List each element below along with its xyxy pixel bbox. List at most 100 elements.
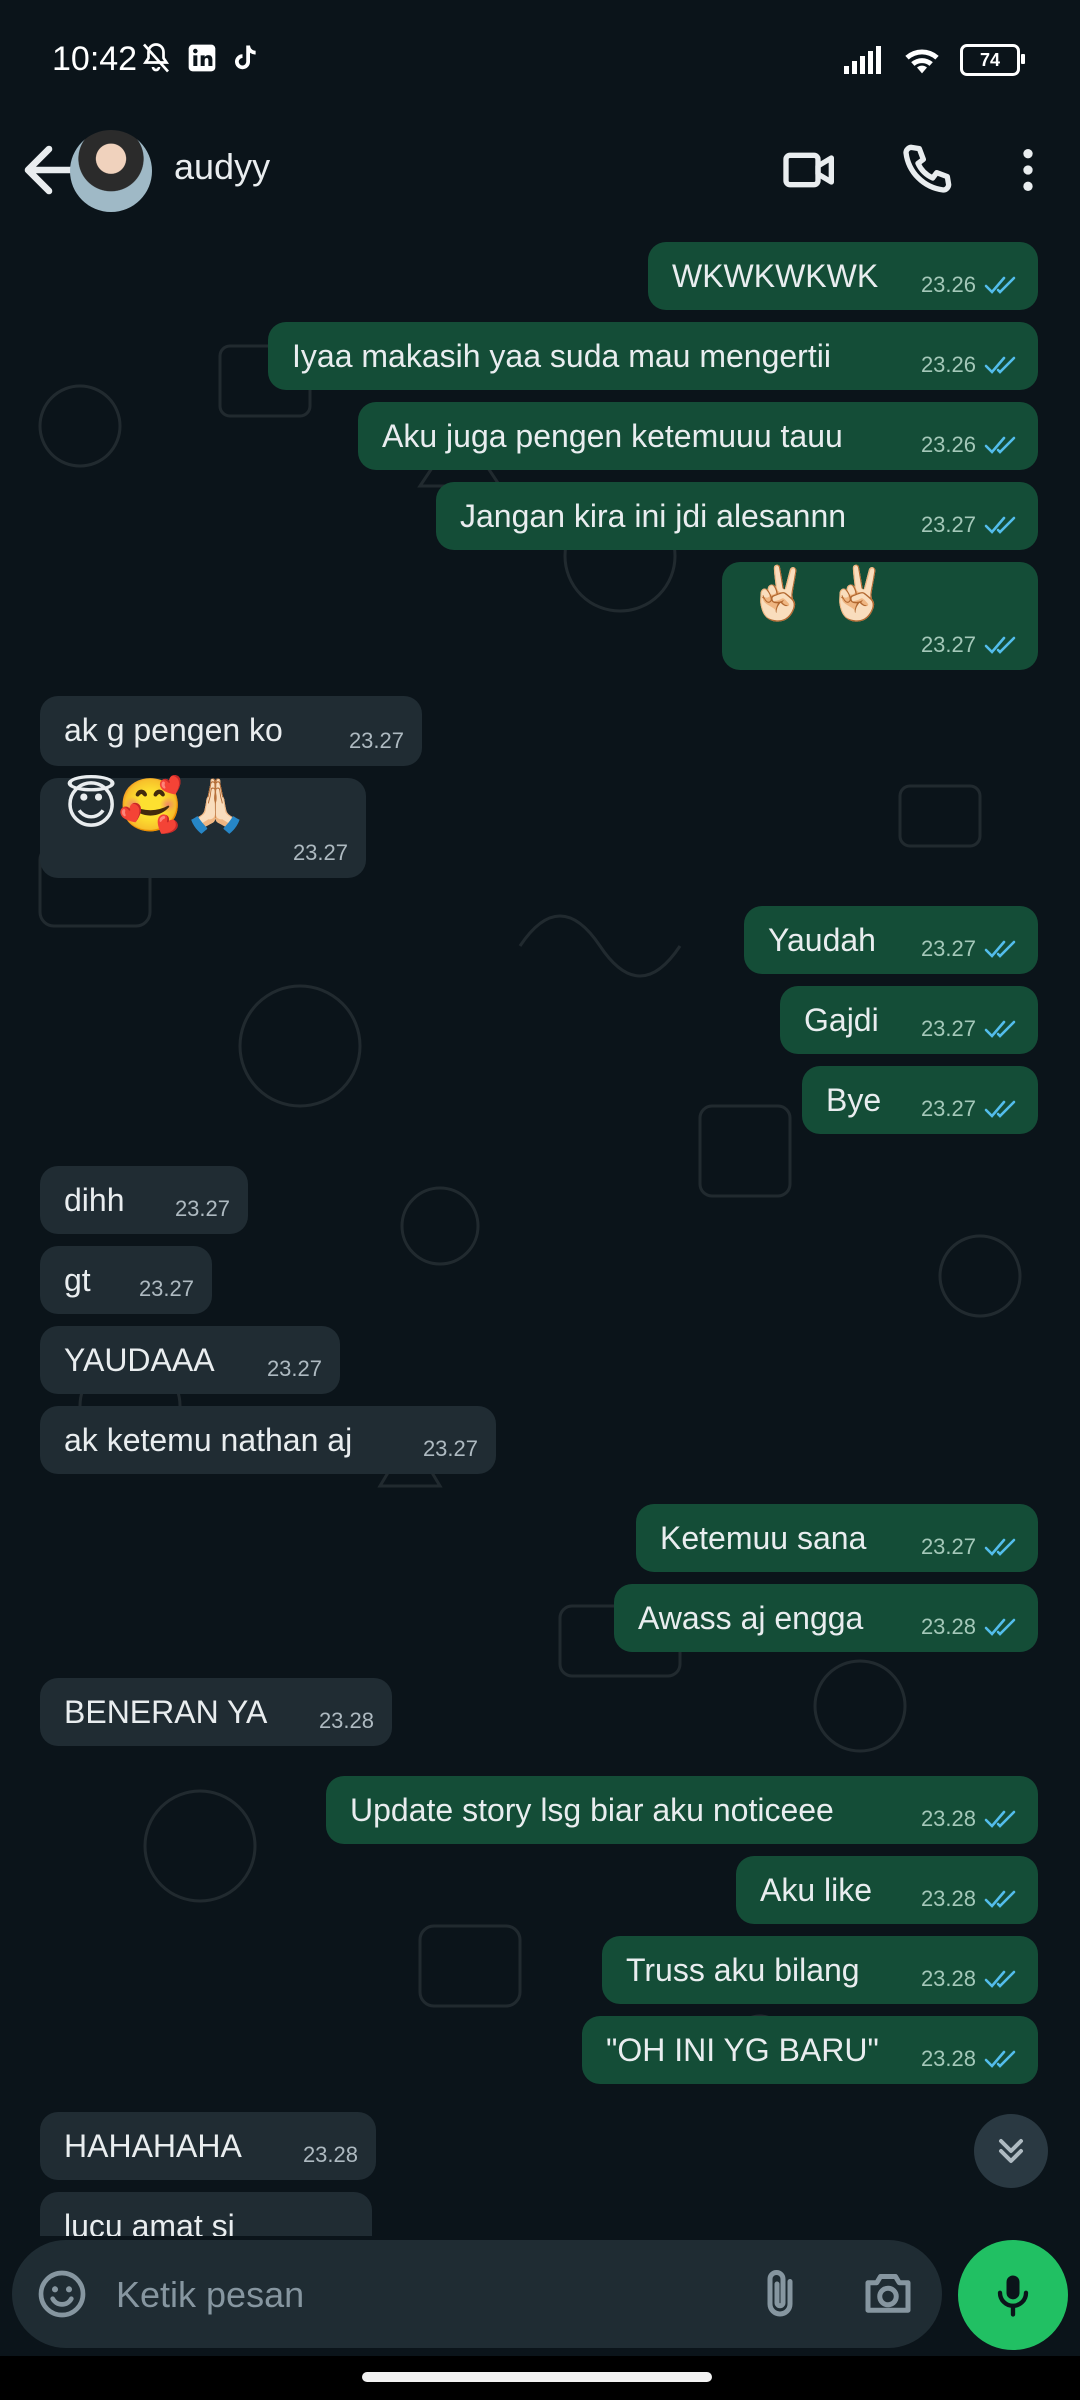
message-bubble-incoming[interactable]: BENERAN YA 23.28 [40,1678,392,1746]
message-time: 23.28 [318,1708,374,1733]
message-time: 23.27 [138,1276,194,1301]
message-bubble-outgoing[interactable]: Jangan kira ini jdi alesannn 23.27 [436,482,1038,550]
message-bubble-outgoing[interactable]: ✌🏻 ✌🏻 23.27 [722,562,1038,670]
message-time: 23.26 [920,352,976,377]
message-text: Awass aj engga [638,1600,864,1636]
message-text: WKWKWKWK [672,258,879,294]
message-text: Ketemuu sana [660,1520,867,1556]
contact-name[interactable]: audyy [174,146,270,188]
video-call-icon[interactable] [778,138,842,202]
double-check-read-icon [984,1538,1016,1556]
message-bubble-outgoing[interactable]: Bye 23.27 [802,1066,1038,1134]
message-text: Update story lsg biar aku noticeee [350,1792,834,1828]
message-bubble-incoming[interactable]: ak g pengen ko 23.27 [40,696,422,766]
message-time: 23.27 [920,1016,976,1041]
message-time: 23.26 [920,272,976,297]
message-bubble-outgoing[interactable]: Truss aku bilang 23.28 [602,1936,1038,2004]
message-text: BENERAN YA [64,1694,268,1730]
double-check-read-icon [984,940,1016,958]
message-emoji: ✌🏻 ✌🏻 [746,565,890,623]
message-input-container[interactable]: Ketik pesan [12,2240,942,2348]
status-bar: 10:42 74 [0,0,1080,118]
message-text: YAUDAAA [64,1342,215,1378]
message-text: ak g pengen ko [64,712,283,748]
message-time: 23.27 [266,1356,322,1381]
message-text: Aku juga pengen ketemuuu tauu [382,418,843,454]
double-chevron-down-icon [999,2139,1023,2163]
message-time: 23.28 [920,1886,976,1911]
double-check-read-icon [984,1970,1016,1988]
message-time: 23.27 [920,512,976,537]
scroll-to-bottom-button[interactable] [974,2114,1048,2188]
double-check-read-icon [984,1890,1016,1908]
tiktok-icon [235,45,256,70]
message-time: 23.28 [920,1806,976,1831]
message-text: lucu amat si [64,2208,235,2236]
message-text: ak ketemu nathan aj [64,1422,353,1458]
double-check-read-icon [984,276,1016,294]
message-bubble-outgoing[interactable]: Aku juga pengen ketemuuu tauu 23.26 [358,402,1038,470]
message-time: 23.27 [920,632,976,657]
message-text: Aku like [760,1872,873,1908]
camera-icon[interactable] [858,2264,918,2324]
message-bubble-outgoing[interactable]: Iyaa makasih yaa suda mau mengertii 23.2… [268,322,1038,390]
attachment-icon[interactable] [750,2264,810,2324]
double-check-read-icon [984,436,1016,454]
message-text: Iyaa makasih yaa suda mau mengertii [292,338,831,374]
message-text: Jangan kira ini jdi alesannn [460,498,847,534]
voice-call-icon[interactable] [894,138,958,202]
message-bubble-outgoing[interactable]: WKWKWKWK 23.26 [648,242,1038,310]
emoji-icon[interactable] [34,2266,90,2322]
voice-message-button[interactable] [958,2240,1068,2350]
battery-icon: 74 [960,44,1025,76]
message-bubble-outgoing[interactable]: "OH INI YG BARU" 23.28 [582,2016,1038,2084]
message-time: 23.26 [920,432,976,457]
contact-avatar[interactable] [70,130,152,212]
double-check-read-icon [984,636,1016,654]
message-time: 23.27 [422,1436,478,1461]
signal-icon [844,46,881,74]
message-time: 23.28 [920,1966,976,1991]
double-check-read-icon [984,1020,1016,1038]
battery-level: 74 [979,49,1001,70]
message-text: "OH INI YG BARU" [606,2032,879,2068]
message-bubble-outgoing[interactable]: Ketemuu sana 23.27 [636,1504,1038,1572]
message-bubble-incoming[interactable]: dihh 23.27 [40,1166,248,1234]
wifi-icon [905,49,939,74]
message-input[interactable]: Ketik pesan [116,2274,304,2316]
message-bubble-incoming[interactable]: 😇🥰🙏🏻 23.27 [40,778,366,878]
double-check-read-icon [984,1618,1016,1636]
message-bubble-incoming[interactable]: HAHAHAHA 23.28 [40,2112,376,2180]
message-text: Yaudah [768,922,876,958]
message-time: 23.27 [348,728,404,753]
message-time: 23.27 [920,936,976,961]
system-navigation-bar [0,2356,1080,2400]
message-time: 23.28 [920,2046,976,2071]
message-time: 23.27 [292,840,348,865]
do-not-disturb-icon [142,43,170,73]
message-time: 23.27 [920,1096,976,1121]
message-bubble-outgoing[interactable]: Gajdi 23.27 [780,986,1038,1054]
message-text: Bye [826,1082,882,1118]
chat-header: audyy [0,118,1080,227]
double-check-read-icon [984,2050,1016,2068]
message-bubble-incoming[interactable]: YAUDAAA 23.27 [40,1326,340,1394]
message-bubble-incoming[interactable]: lucu amat si [40,2192,372,2236]
message-time: 23.27 [174,1196,230,1221]
message-bubble-incoming[interactable]: ak ketemu nathan aj 23.27 [40,1406,496,1474]
message-bubble-outgoing[interactable]: Update story lsg biar aku noticeee 23.28 [326,1776,1038,1844]
microphone-icon [997,2275,1029,2317]
message-time: 23.27 [920,1534,976,1559]
message-list[interactable]: WKWKWKWK 23.26 Iyaa makasih yaa suda mau… [0,226,1080,2236]
double-check-read-icon [984,1810,1016,1828]
message-text: gt [64,1262,91,1298]
message-bubble-outgoing[interactable]: Yaudah 23.27 [744,906,1038,974]
message-time: 23.28 [302,2142,358,2167]
more-options-icon[interactable] [1000,138,1056,202]
message-bubble-incoming[interactable]: gt 23.27 [40,1246,212,1314]
message-text: Truss aku bilang [626,1952,860,1988]
home-indicator[interactable] [362,2372,712,2382]
message-bubble-outgoing[interactable]: Awass aj engga 23.28 [614,1584,1038,1652]
message-time: 23.28 [920,1614,976,1639]
message-bubble-outgoing[interactable]: Aku like 23.28 [736,1856,1038,1924]
